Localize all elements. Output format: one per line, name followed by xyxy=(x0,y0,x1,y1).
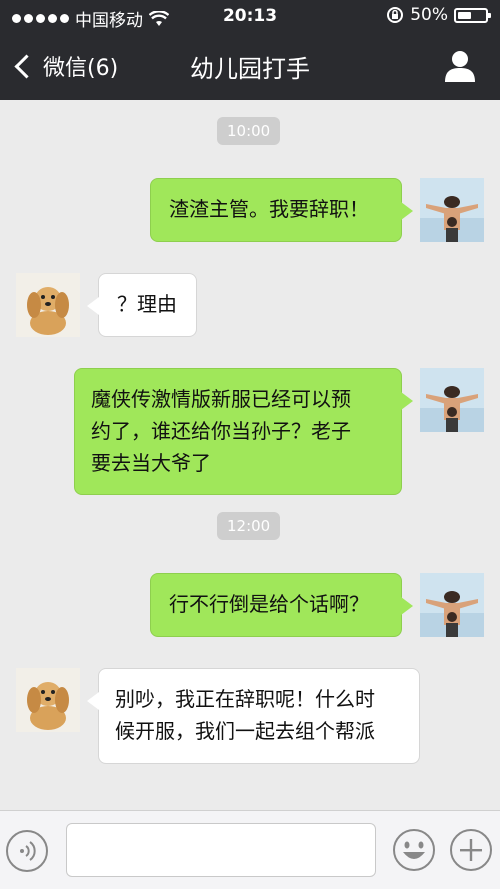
one-piece-avatar-icon xyxy=(420,573,484,637)
nav-bar: 微信(6) 幼儿园打手 xyxy=(0,32,500,100)
battery-info: 50% xyxy=(386,5,491,25)
time-badge: 10:00 xyxy=(217,117,281,145)
message-bubble-sent[interactable]: 魔侠传激情版新服已经可以预 约了，谁还给你当孙子？老子 要去当大爷了 xyxy=(74,368,402,495)
user-avatar[interactable] xyxy=(420,178,484,242)
battery-percent: 50% xyxy=(410,5,448,25)
status-bar: 中国移动 20:13 50% xyxy=(0,0,500,32)
message-line: 别吵，我正在辞职呢！什么时 xyxy=(115,687,375,711)
input-bar xyxy=(0,810,500,889)
chat-title: 幼儿园打手 xyxy=(190,55,310,83)
user-avatar[interactable] xyxy=(420,368,484,432)
puppy-avatar-icon xyxy=(16,668,80,732)
user-avatar[interactable] xyxy=(420,573,484,637)
plus-button[interactable] xyxy=(449,828,493,872)
message-input[interactable] xyxy=(66,823,376,877)
message-line: 魔侠传激情版新服已经可以预 xyxy=(91,387,351,411)
voice-icon xyxy=(20,841,36,861)
orientation-lock-icon xyxy=(387,7,404,23)
one-piece-avatar-icon xyxy=(420,178,484,242)
puppy-avatar-icon xyxy=(16,273,80,337)
message-bubble-sent[interactable]: 渣渣主管。我要辞职！ xyxy=(150,178,402,242)
message-line: 候开服，我们一起去组个帮派 xyxy=(115,719,375,743)
emoji-button[interactable] xyxy=(392,828,436,872)
contact-avatar[interactable] xyxy=(16,668,80,732)
battery-icon xyxy=(454,7,491,23)
message-line: 要去当大爷了 xyxy=(91,451,211,475)
voice-button[interactable] xyxy=(6,830,48,872)
contact-avatar[interactable] xyxy=(16,273,80,337)
chat-area[interactable]: 10:00 渣渣主管。我要辞职！ ？理由 魔侠传激情版新服已经可以预 约了，谁还… xyxy=(0,100,500,810)
profile-icon[interactable] xyxy=(442,48,478,84)
message-line: 约了，谁还给你当孙子？老子 xyxy=(91,419,351,443)
message-bubble-received[interactable]: 别吵，我正在辞职呢！什么时 候开服，我们一起去组个帮派 xyxy=(98,668,420,764)
message-bubble-sent[interactable]: 行不行倒是给个话啊？ xyxy=(150,573,402,637)
time-badge: 12:00 xyxy=(217,512,281,540)
message-bubble-received[interactable]: ？理由 xyxy=(98,273,197,337)
one-piece-avatar-icon xyxy=(420,368,484,432)
